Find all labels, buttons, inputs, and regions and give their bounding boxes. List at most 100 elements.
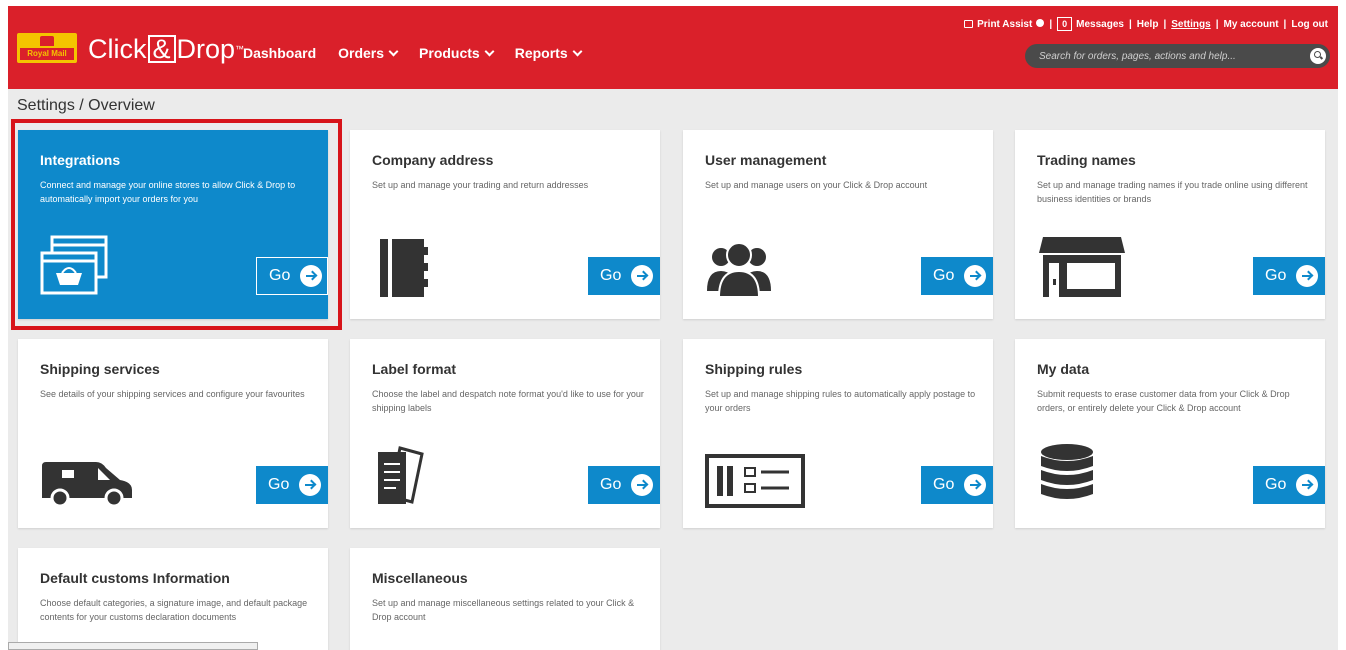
nav-label: Dashboard <box>243 45 317 61</box>
card-description: Set up and manage your trading and retur… <box>372 180 589 190</box>
arrow-right-icon <box>631 474 654 496</box>
documents-icon <box>378 446 424 504</box>
nav-orders[interactable]: Orders <box>338 45 399 61</box>
card-description: Submit requests to erase customer data f… <box>1037 389 1290 413</box>
go-button[interactable]: Go <box>588 466 660 504</box>
integrations-icon <box>40 235 108 295</box>
separator: | <box>1163 18 1167 30</box>
main-nav: Dashboard Orders Products Reports <box>243 45 583 61</box>
go-button[interactable]: Go <box>1253 257 1325 295</box>
go-button[interactable]: Go <box>256 466 328 504</box>
go-label: Go <box>600 476 622 493</box>
chevron-down-icon <box>388 46 399 56</box>
card-title: Miscellaneous <box>372 570 468 586</box>
card-title: My data <box>1037 361 1090 377</box>
card-miscellaneous[interactable]: Miscellaneous Set up and manage miscella… <box>350 548 660 650</box>
go-label: Go <box>933 476 955 493</box>
card-title: Default customs Information <box>40 570 230 586</box>
card-description: Set up and manage users on your Click & … <box>705 180 928 190</box>
nav-label: Orders <box>338 45 385 61</box>
brand-right: Drop <box>176 34 236 64</box>
log-out-link[interactable]: Log out <box>1291 19 1328 30</box>
top-header: Royal Mail Click & Drop™ Dashboard Orders … <box>8 6 1338 89</box>
go-button[interactable]: Go <box>921 466 993 504</box>
card-description: Set up and manage miscellaneous settings… <box>372 598 635 622</box>
card-label-format[interactable]: Label format Choose the label and despat… <box>350 339 660 528</box>
card-my-data[interactable]: My data Submit requests to erase custome… <box>1015 339 1325 528</box>
card-title: User management <box>705 152 827 168</box>
arrow-right-icon <box>300 265 323 287</box>
status-dot-icon <box>1036 18 1045 27</box>
card-company-address[interactable]: Company address Set up and manage your t… <box>350 130 660 319</box>
go-label: Go <box>600 267 622 284</box>
card-title: Shipping services <box>40 361 160 377</box>
nav-dashboard[interactable]: Dashboard <box>243 45 316 61</box>
card-description: Set up and manage trading names if you t… <box>1037 180 1308 204</box>
arrow-right-icon <box>964 474 987 496</box>
database-icon <box>1041 444 1093 499</box>
go-label: Go <box>269 267 291 284</box>
card-description: Connect and manage your online stores to… <box>40 180 296 204</box>
card-shipping-rules[interactable]: Shipping rules Set up and manage shippin… <box>683 339 993 528</box>
card-title: Company address <box>372 152 494 168</box>
status-bar <box>8 642 258 650</box>
address-book-icon <box>380 239 428 297</box>
rules-icon <box>705 454 805 508</box>
nav-products[interactable]: Products <box>419 45 495 61</box>
separator: | <box>1215 18 1219 30</box>
card-description: Set up and manage shipping rules to auto… <box>705 389 976 413</box>
help-link[interactable]: Help <box>1137 19 1159 30</box>
search-input[interactable] <box>1039 48 1289 64</box>
arrow-right-icon <box>964 265 987 287</box>
nav-reports[interactable]: Reports <box>514 45 583 61</box>
brand-name[interactable]: Click & Drop™ <box>88 33 244 65</box>
messages-label: Messages <box>1076 19 1124 30</box>
go-label: Go <box>1265 476 1287 493</box>
brand-left: Click <box>88 34 147 64</box>
van-icon <box>42 462 132 508</box>
nav-label: Products <box>419 45 480 61</box>
go-button[interactable]: Go <box>588 257 660 295</box>
messages-count-badge: 0 <box>1057 17 1073 31</box>
card-shipping-services[interactable]: Shipping services See details of your sh… <box>18 339 328 528</box>
breadcrumb: Settings / Overview <box>17 97 155 114</box>
separator: | <box>1283 18 1287 30</box>
users-icon <box>707 242 771 298</box>
card-title: Shipping rules <box>705 361 803 377</box>
nav-label: Reports <box>514 45 568 61</box>
go-button[interactable]: Go <box>921 257 993 295</box>
search-icon[interactable] <box>1310 48 1326 64</box>
card-title: Label format <box>372 361 457 377</box>
card-trading-names[interactable]: Trading names Set up and manage trading … <box>1015 130 1325 319</box>
print-assist-label: Print Assist <box>977 18 1033 30</box>
royal-mail-logo[interactable]: Royal Mail <box>17 33 77 63</box>
shop-front-icon <box>1039 237 1125 297</box>
settings-link[interactable]: Settings <box>1171 19 1210 30</box>
printer-icon <box>964 19 974 28</box>
separator: | <box>1128 18 1132 30</box>
chevron-down-icon <box>484 46 495 56</box>
arrow-right-icon <box>1296 265 1319 287</box>
card-description: See details of your shipping services an… <box>40 389 305 399</box>
logo-text: Royal Mail <box>20 48 74 60</box>
card-description: Choose default categories, a signature i… <box>40 598 308 622</box>
go-label: Go <box>1265 267 1287 284</box>
go-label: Go <box>268 476 290 493</box>
card-title: Trading names <box>1037 152 1136 168</box>
card-description: Choose the label and despatch note forma… <box>372 389 644 413</box>
utility-links: Print Assist | 0 Messages | Help | Settin… <box>964 17 1328 31</box>
app-frame: Royal Mail Click & Drop™ Dashboard Orders … <box>8 6 1338 650</box>
messages-link[interactable]: 0 Messages <box>1057 17 1124 31</box>
crown-icon <box>40 36 54 46</box>
go-button[interactable]: Go <box>256 257 328 295</box>
card-user-management[interactable]: User management Set up and manage users … <box>683 130 993 319</box>
my-account-link[interactable]: My account <box>1224 19 1279 30</box>
search-bar <box>1025 44 1330 68</box>
go-button[interactable]: Go <box>1253 466 1325 504</box>
chevron-down-icon <box>572 46 583 56</box>
card-title: Integrations <box>40 152 121 168</box>
print-assist-link[interactable]: Print Assist <box>964 18 1045 30</box>
arrow-right-icon <box>631 265 654 287</box>
card-integrations[interactable]: Integrations Connect and manage your onl… <box>18 130 328 319</box>
card-default-customs-information[interactable]: Default customs Information Choose defau… <box>18 548 328 650</box>
